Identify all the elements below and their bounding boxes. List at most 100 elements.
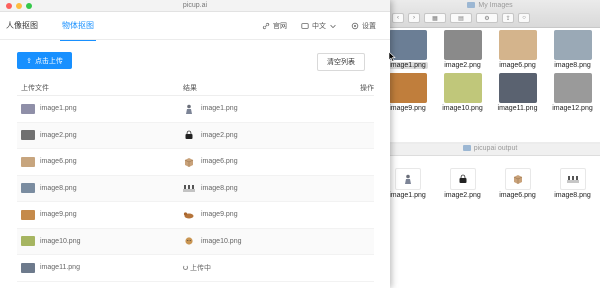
column-header-result: 结果: [183, 84, 197, 92]
file-label: image9.png: [389, 105, 426, 112]
file-label: image2.png: [444, 62, 481, 69]
picup-app-window: picup.ai 人像抠图 物体抠图 官网 中文 设置 ⇪ 点击上传 清空列表: [0, 0, 390, 288]
file-thumbnail: [394, 168, 421, 190]
link-icon: [262, 22, 270, 30]
file-thumbnail: [504, 168, 531, 190]
finder-file-item[interactable]: image2.png: [435, 168, 490, 199]
chevron-down-icon: [330, 24, 336, 29]
result-thumbnail[interactable]: [183, 183, 195, 193]
file-thumbnail: [21, 236, 35, 247]
file-name: image6.png: [40, 158, 77, 166]
result-thumbnail[interactable]: [183, 210, 195, 220]
finder-file-item[interactable]: image6.png: [490, 30, 545, 69]
share-button[interactable]: ⇪: [502, 13, 514, 23]
finder-file-item[interactable]: image8.png: [545, 30, 600, 69]
file-thumbnail: [21, 156, 35, 167]
folder-icon: [462, 145, 471, 152]
group-button[interactable]: ▤: [450, 13, 472, 23]
result-name[interactable]: image8.png: [201, 185, 238, 192]
result-name[interactable]: image10.png: [201, 238, 241, 245]
file-cell: image8.png: [17, 183, 183, 194]
file-cell: image10.png: [17, 236, 183, 247]
file-name: image11.png: [40, 264, 80, 272]
result-name[interactable]: image1.png: [201, 105, 238, 112]
file-label: image6.png: [499, 62, 536, 69]
file-thumbnail: [21, 103, 35, 114]
finder-file-item[interactable]: image6.png: [490, 168, 545, 199]
finder-file-item[interactable]: image8.png: [545, 168, 600, 199]
file-cell: image11.png: [17, 262, 183, 273]
window-titlebar[interactable]: picup.ai: [0, 0, 390, 12]
result-cell: image9.png: [183, 210, 343, 220]
website-link[interactable]: 官网: [262, 21, 287, 31]
finder-file-item[interactable]: image10.png: [435, 73, 490, 112]
table-row: image1.png image1.png: [17, 96, 374, 123]
file-thumbnail: [21, 262, 35, 273]
file-thumbnail: [498, 73, 537, 103]
file-thumbnail: [21, 209, 35, 220]
folder-icon: [467, 2, 476, 9]
finder-file-item[interactable]: image12.png: [545, 73, 600, 112]
finder-title: My Images: [380, 2, 600, 9]
table-row: image8.png image8.png: [17, 175, 374, 202]
file-label: image8.png: [554, 192, 591, 199]
result-cell: image6.png: [183, 157, 343, 167]
file-thumbnail: [21, 130, 35, 141]
result-thumbnail[interactable]: [183, 130, 195, 140]
top-nav: 人像抠图 物体抠图 官网 中文 设置: [0, 12, 390, 41]
minimize-window-button[interactable]: [16, 3, 22, 9]
table-row: image2.png image2.png: [17, 122, 374, 149]
language-select[interactable]: 中文: [301, 21, 337, 31]
file-label: image1.png: [389, 192, 426, 199]
file-thumbnail: [449, 168, 476, 190]
file-thumbnail: [553, 73, 592, 103]
clear-list-button[interactable]: 清空列表: [317, 53, 365, 71]
upload-table: 上传文件 结果 操作 image1.png image1.png image2.pn…: [17, 80, 374, 282]
table-header: 上传文件 结果 操作: [17, 80, 374, 96]
file-name: image8.png: [40, 184, 77, 192]
tab-portrait-cutout[interactable]: 人像抠图: [6, 12, 38, 40]
result-name[interactable]: image6.png: [201, 158, 238, 165]
file-name: image1.png: [40, 105, 77, 113]
tab-object-cutout[interactable]: 物体抠图: [60, 12, 96, 41]
finder-titlebar[interactable]: My Images ‹ › ▦ ▤ ⚙ ⇪ ○: [380, 0, 600, 28]
result-thumbnail[interactable]: [183, 157, 195, 167]
table-row: image11.png 上传中: [17, 255, 374, 282]
file-thumbnail: [388, 73, 427, 103]
result-cell: 上传中: [183, 263, 343, 273]
action-gear-button[interactable]: ⚙: [476, 13, 498, 23]
finder-file-grid: image1.png image2.png image6.png image8.png…: [380, 30, 600, 112]
finder-file-grid: image1.png image2.png image6.png image8.png: [380, 168, 600, 199]
column-header-file: 上传文件: [21, 84, 49, 92]
file-cell: image1.png: [17, 103, 183, 114]
icon-view-button[interactable]: ▦: [424, 13, 446, 23]
file-label: image1.png: [387, 62, 428, 69]
result-thumbnail[interactable]: [183, 236, 195, 246]
result-thumbnail[interactable]: [183, 104, 195, 114]
loading-spinner-icon: [183, 265, 188, 271]
finder-file-item[interactable]: image2.png: [435, 30, 490, 69]
result-name[interactable]: image9.png: [201, 211, 238, 218]
result-name[interactable]: image2.png: [201, 132, 238, 139]
result-cell: image1.png: [183, 104, 343, 114]
upload-button[interactable]: ⇪ 点击上传: [17, 52, 72, 69]
file-name: image2.png: [40, 131, 77, 139]
finder-file-item[interactable]: image11.png: [490, 73, 545, 112]
window-title: picup.ai: [182, 2, 208, 9]
back-button[interactable]: ‹: [392, 13, 404, 23]
column-header-action: 操作: [360, 84, 374, 92]
file-thumbnail: [498, 30, 537, 60]
zoom-window-button[interactable]: [26, 3, 32, 9]
upload-status: 上传中: [183, 263, 211, 273]
result-cell: image8.png: [183, 183, 343, 193]
forward-button[interactable]: ›: [408, 13, 420, 23]
file-cell: image6.png: [17, 156, 183, 167]
finder-window-output: picupai output image1.png image2.png image…: [380, 144, 600, 288]
finder-titlebar[interactable]: picupai output: [380, 144, 600, 156]
file-label: image6.png: [499, 192, 536, 199]
toolbar: ⇪ 点击上传 清空列表: [0, 40, 390, 82]
settings-button[interactable]: 设置: [351, 21, 376, 31]
tag-button[interactable]: ○: [518, 13, 530, 23]
file-thumbnail: [443, 73, 482, 103]
close-window-button[interactable]: [6, 3, 12, 9]
